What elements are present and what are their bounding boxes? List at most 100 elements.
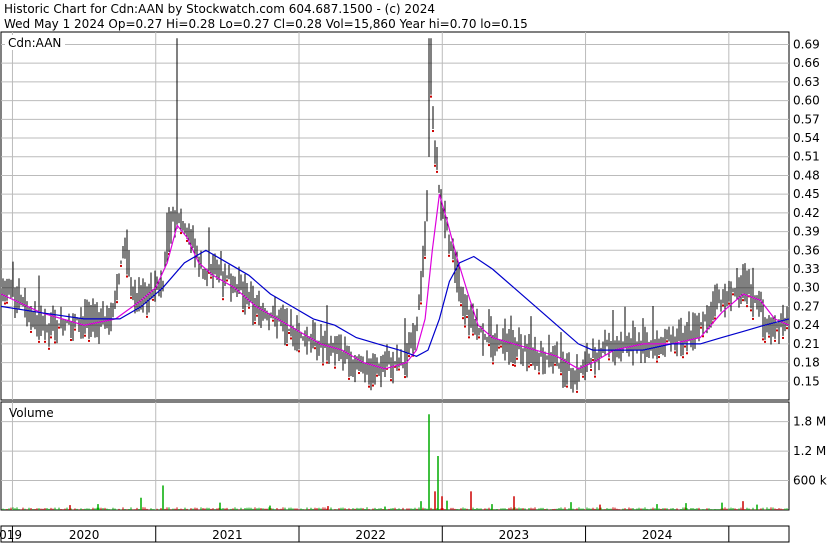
price-close-dot xyxy=(398,368,400,371)
price-close-dot xyxy=(44,340,46,343)
price-close-dot xyxy=(478,336,480,339)
price-tick-label: 0.57 xyxy=(793,112,820,126)
price-close-dot xyxy=(538,372,540,375)
price-close-dot xyxy=(762,338,764,341)
price-close-dot xyxy=(656,360,658,363)
price-close-dot xyxy=(742,299,744,302)
year-label: 2022 xyxy=(355,528,386,542)
price-tick-label: 0.27 xyxy=(793,299,820,313)
price-close-dot xyxy=(372,384,374,387)
price-close-dot xyxy=(530,363,532,366)
price-close-dot xyxy=(254,321,256,324)
price-close-dot xyxy=(460,304,462,307)
price-close-dot xyxy=(146,315,148,318)
price-close-dot xyxy=(38,340,40,343)
volume-y-axis: 1.8 M 1.2 M 600 k xyxy=(793,415,827,488)
price-close-dot xyxy=(786,327,788,330)
price-close-dot xyxy=(70,339,72,342)
price-close-dot xyxy=(210,276,212,279)
price-close-dot xyxy=(746,305,748,308)
price-close-dot xyxy=(774,339,776,342)
price-close-dot xyxy=(358,372,360,375)
price-close-dot xyxy=(560,373,562,376)
price-close-dot xyxy=(764,340,766,343)
price-tick-label: 0.39 xyxy=(793,225,820,239)
price-close-dot xyxy=(288,332,290,335)
price-close-dot xyxy=(272,319,274,322)
price-close-dot xyxy=(436,170,438,173)
price-close-dot xyxy=(512,363,514,366)
price-close-dot xyxy=(752,317,754,320)
price-close-dot xyxy=(116,301,118,304)
price-close-dot xyxy=(404,376,406,379)
price-close-dot xyxy=(50,336,52,339)
price-tick-label: 0.42 xyxy=(793,206,820,220)
price-close-dot xyxy=(468,336,470,339)
price-close-dot xyxy=(314,347,316,350)
price-close-dot xyxy=(226,279,228,282)
price-tick-label: 0.24 xyxy=(793,318,820,332)
volume-panel-label: Volume xyxy=(9,406,54,420)
price-close-dot xyxy=(326,361,328,364)
price-close-dot xyxy=(48,347,50,350)
price-close-dot xyxy=(434,164,436,167)
price-close-dot xyxy=(54,341,56,344)
price-tick-label: 0.51 xyxy=(793,150,820,164)
price-close-dot xyxy=(152,298,154,301)
price-close-dot xyxy=(408,355,410,358)
price-close-dot xyxy=(298,350,300,353)
price-close-dot xyxy=(666,340,668,343)
year-label: 2023 xyxy=(499,528,530,542)
volume-tick-label: 1.8 M xyxy=(793,415,826,429)
price-close-dot xyxy=(348,377,350,380)
price-close-dot xyxy=(472,333,474,336)
price-tick-label: 0.36 xyxy=(793,243,820,257)
price-close-dot xyxy=(700,326,702,329)
price-tick-label: 0.45 xyxy=(793,187,820,201)
year-label: 2024 xyxy=(642,528,673,542)
volume-panel xyxy=(0,401,790,511)
price-close-dot xyxy=(566,385,568,388)
price-close-dot xyxy=(88,339,90,342)
price-tick-label: 0.60 xyxy=(793,94,820,108)
price-close-dot xyxy=(514,364,516,367)
price-close-dot xyxy=(582,375,584,378)
price-close-dot xyxy=(728,302,730,305)
price-close-dot xyxy=(528,365,530,368)
price-close-dot xyxy=(120,264,122,267)
price-close-dot xyxy=(500,345,502,348)
volume-tick-label: 600 k xyxy=(793,474,827,488)
chart-header-line1: Historic Chart for Cdn:AAN by Stockwatch… xyxy=(4,2,435,16)
year-label: 2020 xyxy=(69,528,100,542)
price-close-dot xyxy=(516,357,518,360)
price-tick-label: 0.18 xyxy=(793,356,820,370)
price-close-dot xyxy=(750,309,752,312)
year-label: 2019 xyxy=(0,528,22,542)
price-close-dot xyxy=(6,301,8,304)
price-close-dot xyxy=(466,316,468,319)
price-close-dot xyxy=(462,317,464,320)
price-tick-label: 0.21 xyxy=(793,337,820,351)
price-close-dot xyxy=(590,368,592,371)
price-close-dot xyxy=(452,260,454,263)
price-close-dot xyxy=(126,275,128,278)
price-tick-label: 0.48 xyxy=(793,168,820,182)
price-close-dot xyxy=(684,345,686,348)
price-close-dot xyxy=(686,352,688,355)
price-close-dot xyxy=(682,356,684,359)
chart-header-line2: Wed May 1 2024 Op=0.27 Hi=0.28 Lo=0.27 C… xyxy=(4,17,528,31)
price-close-dot xyxy=(286,344,288,347)
price-close-dot xyxy=(722,304,724,307)
price-close-dot xyxy=(448,254,450,257)
price-close-dot xyxy=(248,306,250,309)
price-close-dot xyxy=(290,337,292,340)
price-panel-label: Cdn:AAN xyxy=(8,36,61,50)
price-close-dot xyxy=(390,379,392,382)
price-close-dot xyxy=(782,336,784,339)
stock-chart: Historic Chart for Cdn:AAN by Stockwatch… xyxy=(0,0,830,543)
price-tick-label: 0.63 xyxy=(793,75,820,89)
price-close-dot xyxy=(322,363,324,366)
price-close-dot xyxy=(594,375,596,378)
price-close-dot xyxy=(488,344,490,347)
price-close-dot xyxy=(424,256,426,259)
